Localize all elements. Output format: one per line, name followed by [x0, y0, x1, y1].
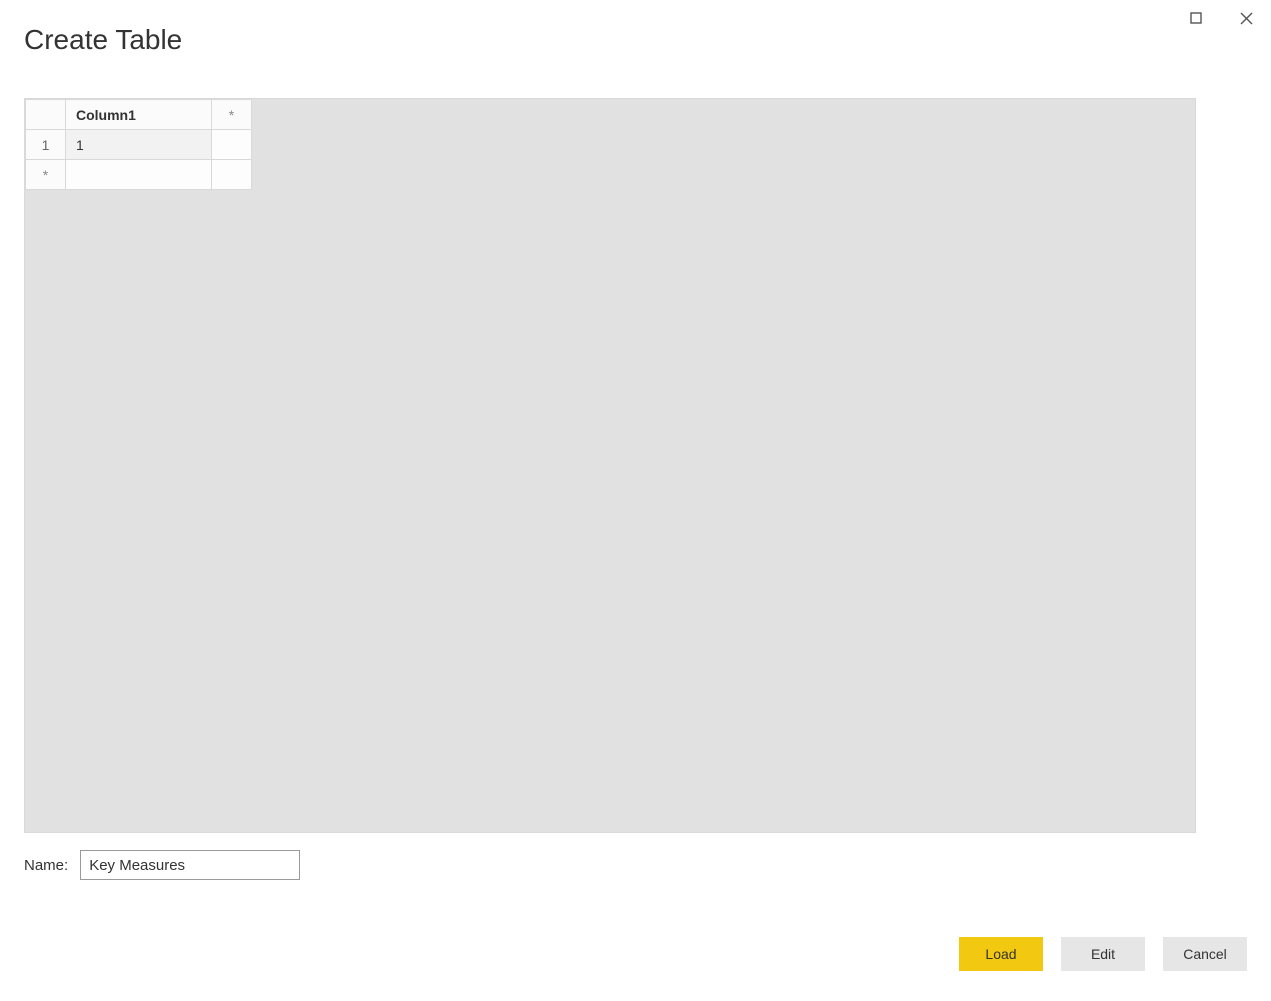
add-row-button[interactable]: * [26, 160, 66, 190]
row-tail-cell[interactable] [212, 130, 252, 160]
load-button[interactable]: Load [959, 937, 1043, 971]
maximize-button[interactable] [1181, 6, 1211, 30]
name-input[interactable] [80, 850, 300, 880]
data-grid[interactable]: Column1 * 1 1 * [25, 99, 252, 190]
button-row: Load Edit Cancel [959, 937, 1247, 971]
cancel-button[interactable]: Cancel [1163, 937, 1247, 971]
empty-cell[interactable] [212, 160, 252, 190]
column-header[interactable]: Column1 [66, 100, 212, 130]
name-label: Name: [24, 857, 68, 874]
name-row: Name: [24, 850, 300, 880]
data-grid-area: Column1 * 1 1 * [24, 98, 1196, 833]
add-row[interactable]: * [26, 160, 252, 190]
close-icon [1240, 12, 1253, 25]
edit-button[interactable]: Edit [1061, 937, 1145, 971]
empty-cell[interactable] [66, 160, 212, 190]
data-cell[interactable]: 1 [66, 130, 212, 160]
grid-corner-cell[interactable] [26, 100, 66, 130]
row-index[interactable]: 1 [26, 130, 66, 160]
add-column-button[interactable]: * [212, 100, 252, 130]
close-button[interactable] [1231, 6, 1261, 30]
maximize-icon [1190, 12, 1202, 24]
table-row[interactable]: 1 1 [26, 130, 252, 160]
dialog-title: Create Table [24, 24, 182, 56]
